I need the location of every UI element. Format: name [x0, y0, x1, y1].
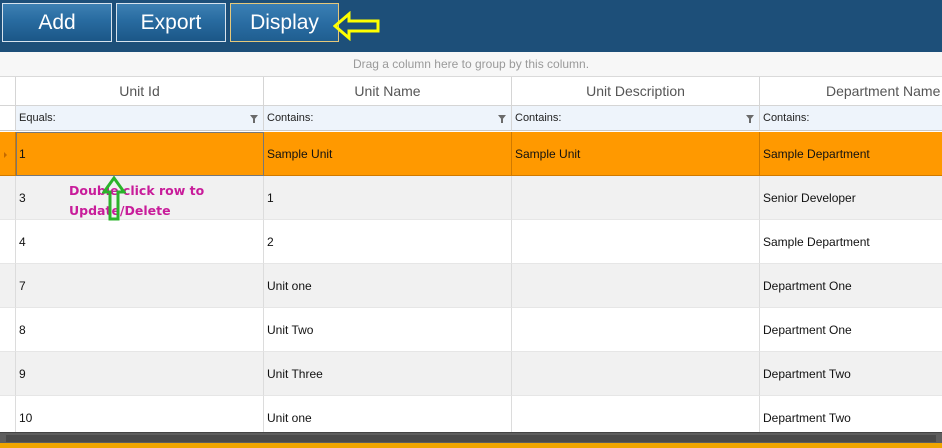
table-row[interactable]: 10 Unit one Department Two — [0, 396, 942, 432]
cell-unit-description[interactable] — [512, 352, 760, 396]
cell-unit-description[interactable]: Sample Unit — [512, 132, 760, 176]
current-row-icon — [4, 152, 7, 158]
filter-operator-department-name: Contains: — [763, 112, 810, 124]
cell-department-name[interactable]: Senior Developer — [760, 176, 942, 220]
usage-annotation: Double click row to Update/Delete — [69, 181, 204, 221]
cell-unit-name[interactable]: Unit Three — [264, 352, 512, 396]
cell-department-name[interactable]: Department Two — [760, 396, 942, 432]
toolbar: Add Export Display — [0, 0, 942, 52]
row-indicator[interactable] — [0, 264, 16, 308]
cell-unit-name[interactable]: 2 — [264, 220, 512, 264]
cell-unit-id[interactable]: 7 — [16, 264, 264, 308]
cell-unit-description[interactable] — [512, 176, 760, 220]
data-grid: Drag a column here to group by this colu… — [0, 52, 942, 432]
export-button[interactable]: Export — [116, 3, 226, 42]
row-indicator[interactable] — [0, 220, 16, 264]
table-row[interactable]: 1 Sample Unit Sample Unit Sample Department — [0, 132, 942, 176]
filter-row-indicator — [0, 106, 16, 131]
table-row[interactable]: 8 Unit Two Department One — [0, 308, 942, 352]
filter-cell-unit-name[interactable]: Contains: — [264, 106, 512, 131]
cell-unit-description[interactable] — [512, 220, 760, 264]
row-indicator[interactable] — [0, 132, 16, 176]
cell-unit-description[interactable] — [512, 308, 760, 352]
cell-unit-name[interactable]: Sample Unit — [264, 132, 512, 176]
row-indicator-header — [0, 77, 16, 106]
cell-department-name[interactable]: Sample Department — [760, 132, 942, 176]
group-panel[interactable]: Drag a column here to group by this colu… — [0, 52, 942, 77]
table-row[interactable]: 7 Unit one Department One — [0, 264, 942, 308]
display-button[interactable]: Display — [230, 3, 339, 42]
cell-unit-id[interactable]: 8 — [16, 308, 264, 352]
yellow-arrow-icon — [333, 11, 380, 41]
column-header-unit-id[interactable]: Unit Id — [16, 77, 264, 106]
filter-operator-unit-id: Equals: — [19, 112, 56, 124]
annotation-line-2: Update/Delete — [69, 203, 171, 218]
column-header-department-name[interactable]: Department Name — [760, 77, 942, 106]
filter-funnel-icon[interactable] — [250, 115, 258, 123]
filter-cell-unit-description[interactable]: Contains: — [512, 106, 760, 131]
cell-department-name[interactable]: Department One — [760, 264, 942, 308]
cell-unit-description[interactable] — [512, 264, 760, 308]
cell-unit-id[interactable]: 10 — [16, 396, 264, 432]
cell-unit-id[interactable]: 9 — [16, 352, 264, 396]
column-header-unit-description[interactable]: Unit Description — [512, 77, 760, 106]
add-button[interactable]: Add — [2, 3, 112, 42]
filter-cell-department-name[interactable]: Contains: — [760, 106, 942, 131]
green-arrow-icon — [102, 176, 126, 221]
row-indicator[interactable] — [0, 396, 16, 432]
scrollbar-thumb[interactable] — [6, 435, 936, 442]
cell-unit-description[interactable] — [512, 396, 760, 432]
cell-unit-name[interactable]: Unit one — [264, 396, 512, 432]
filter-funnel-icon[interactable] — [498, 115, 506, 123]
filter-cell-unit-id[interactable]: Equals: — [16, 106, 264, 131]
filter-operator-unit-description: Contains: — [515, 112, 562, 124]
table-row[interactable]: 4 2 Sample Department — [0, 220, 942, 264]
cell-unit-id[interactable]: 1 — [16, 132, 264, 176]
cell-unit-id[interactable]: 4 — [16, 220, 264, 264]
cell-unit-name[interactable]: Unit one — [264, 264, 512, 308]
status-strip — [0, 443, 942, 448]
row-indicator[interactable] — [0, 352, 16, 396]
cell-department-name[interactable]: Sample Department — [760, 220, 942, 264]
row-indicator[interactable] — [0, 176, 16, 220]
table-row[interactable]: 9 Unit Three Department Two — [0, 352, 942, 396]
filter-funnel-icon[interactable] — [746, 115, 754, 123]
cell-unit-name[interactable]: Unit Two — [264, 308, 512, 352]
cell-department-name[interactable]: Department One — [760, 308, 942, 352]
filter-operator-unit-name: Contains: — [267, 112, 314, 124]
cell-department-name[interactable]: Department Two — [760, 352, 942, 396]
annotation-line-1: Double click row to — [69, 183, 205, 198]
row-indicator[interactable] — [0, 308, 16, 352]
cell-unit-name[interactable]: 1 — [264, 176, 512, 220]
column-header-unit-name[interactable]: Unit Name — [264, 77, 512, 106]
